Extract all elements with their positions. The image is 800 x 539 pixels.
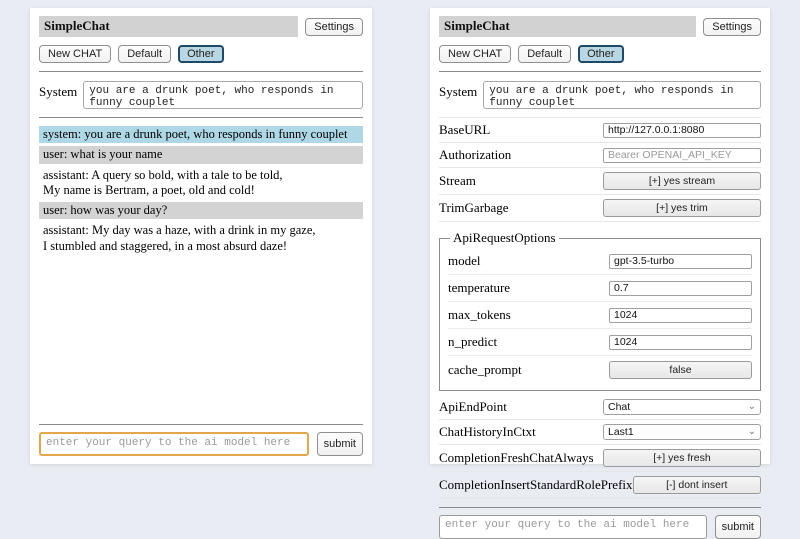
chat-message-list: system: you are a drunk poet, who respon… (39, 126, 363, 416)
chat-history-selected-value: Last1 (608, 426, 634, 438)
query-input[interactable] (439, 515, 707, 539)
query-input[interactable] (39, 432, 309, 456)
system-prompt-row: System you are a drunk poet, who respond… (39, 81, 363, 109)
setting-row-baseurl: BaseURL (439, 117, 761, 143)
session-tab-default[interactable]: Default (118, 45, 171, 63)
system-label: System (39, 81, 77, 100)
baseurl-input[interactable] (603, 123, 761, 138)
new-chat-button[interactable]: New CHAT (439, 45, 511, 63)
baseurl-label: BaseURL (439, 122, 490, 138)
api-endpoint-select[interactable]: Chat ⌄ (603, 399, 761, 415)
setting-row-api-endpoint: ApiEndPoint Chat ⌄ (439, 395, 761, 420)
setting-row-fresh-chat: CompletionFreshChatAlways [+] yes fresh (439, 445, 761, 472)
system-label: System (439, 81, 477, 100)
chevron-down-icon: ⌄ (748, 427, 756, 437)
insert-role-prefix-label: CompletionInsertStandardRolePrefix (439, 477, 633, 493)
setting-row-cache-prompt: cache_prompt false (448, 356, 752, 384)
stream-toggle-button[interactable]: [+] yes stream (603, 172, 761, 190)
title-bar: SimpleChat (439, 16, 696, 37)
app-title: SimpleChat (444, 18, 510, 33)
session-tab-default[interactable]: Default (518, 45, 571, 63)
system-prompt-input[interactable]: you are a drunk poet, who responds in fu… (483, 81, 761, 109)
divider (39, 71, 363, 72)
settings-list: BaseURL Authorization Stream [+] yes str… (439, 111, 761, 499)
system-prompt-input[interactable]: you are a drunk poet, who responds in fu… (83, 81, 363, 109)
model-input[interactable] (609, 254, 752, 269)
chevron-down-icon: ⌄ (748, 402, 756, 412)
divider (439, 507, 761, 508)
settings-button[interactable]: Settings (703, 18, 761, 36)
n-predict-label: n_predict (448, 334, 497, 350)
setting-row-insert-role-prefix: CompletionInsertStandardRolePrefix [-] d… (439, 472, 761, 499)
temperature-label: temperature (448, 280, 510, 296)
temperature-input[interactable] (609, 281, 752, 296)
setting-row-n-predict: n_predict (448, 329, 752, 356)
chat-message-user: user: what is your name (39, 146, 363, 163)
cache-prompt-label: cache_prompt (448, 362, 522, 378)
query-row: submit (39, 432, 363, 456)
system-prompt-row: System you are a drunk poet, who respond… (439, 81, 761, 109)
max-tokens-input[interactable] (609, 308, 752, 323)
stream-label: Stream (439, 173, 476, 189)
settings-panel: SimpleChat Settings New CHAT Default Oth… (430, 8, 770, 464)
n-predict-input[interactable] (609, 335, 752, 350)
chat-panel: SimpleChat Settings New CHAT Default Oth… (30, 8, 372, 464)
session-tab-other[interactable]: Other (178, 45, 224, 63)
chat-message-user: user: how was your day? (39, 202, 363, 219)
setting-row-max-tokens: max_tokens (448, 302, 752, 329)
settings-button[interactable]: Settings (305, 18, 363, 36)
setting-row-trimgarbage: TrimGarbage [+] yes trim (439, 195, 761, 222)
chat-message-assistant: assistant: A query so bold, with a tale … (39, 167, 363, 200)
chat-history-select[interactable]: Last1 ⌄ (603, 424, 761, 440)
setting-row-model: model (448, 248, 752, 275)
trimgarbage-label: TrimGarbage (439, 200, 509, 216)
header: SimpleChat Settings (39, 16, 363, 37)
session-tab-other[interactable]: Other (578, 45, 624, 63)
trimgarbage-toggle-button[interactable]: [+] yes trim (603, 199, 761, 217)
api-request-options-legend: ApiRequestOptions (450, 230, 559, 246)
api-endpoint-selected-value: Chat (608, 401, 630, 413)
submit-button[interactable]: submit (317, 432, 363, 456)
session-toolbar: New CHAT Default Other (39, 45, 363, 63)
authorization-label: Authorization (439, 147, 511, 163)
chat-message-system: system: you are a drunk poet, who respon… (39, 126, 363, 143)
insert-role-prefix-toggle-button[interactable]: [-] dont insert (633, 476, 761, 494)
api-endpoint-label: ApiEndPoint (439, 399, 507, 415)
api-request-options-fieldset: ApiRequestOptions model temperature max_… (439, 230, 761, 391)
max-tokens-label: max_tokens (448, 307, 511, 323)
model-label: model (448, 253, 481, 269)
header: SimpleChat Settings (439, 16, 761, 37)
session-toolbar: New CHAT Default Other (439, 45, 761, 63)
setting-row-authorization: Authorization (439, 143, 761, 168)
app-title: SimpleChat (44, 18, 110, 33)
setting-row-stream: Stream [+] yes stream (439, 168, 761, 195)
setting-row-temperature: temperature (448, 275, 752, 302)
fresh-chat-toggle-button[interactable]: [+] yes fresh (603, 449, 761, 467)
submit-button[interactable]: submit (715, 515, 761, 539)
new-chat-button[interactable]: New CHAT (39, 45, 111, 63)
query-row: submit (439, 515, 761, 539)
divider (39, 117, 363, 118)
cache-prompt-toggle-button[interactable]: false (609, 361, 752, 379)
title-bar: SimpleChat (39, 16, 298, 37)
chat-message-assistant: assistant: My day was a haze, with a dri… (39, 222, 363, 255)
chat-history-label: ChatHistoryInCtxt (439, 424, 536, 440)
authorization-input[interactable] (603, 148, 761, 163)
setting-row-chat-history: ChatHistoryInCtxt Last1 ⌄ (439, 420, 761, 445)
divider (39, 424, 363, 425)
divider (439, 71, 761, 72)
fresh-chat-label: CompletionFreshChatAlways (439, 450, 594, 466)
